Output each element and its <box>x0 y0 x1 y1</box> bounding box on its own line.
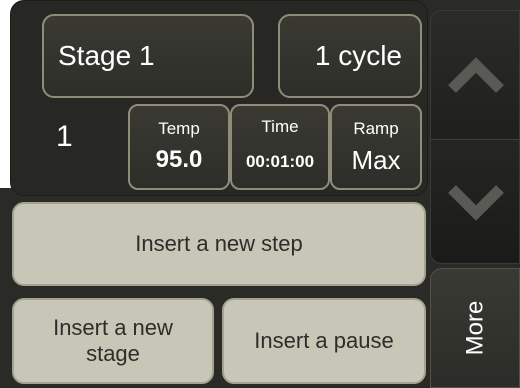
chevron-up-icon <box>448 57 504 93</box>
time-button[interactable]: Time 00:01:00 <box>230 104 330 190</box>
scroll-up-button[interactable] <box>431 11 519 140</box>
cycles-button[interactable]: 1 cycle <box>278 14 422 98</box>
insert-step-label: Insert a new step <box>135 231 303 256</box>
insert-stage-label: Insert a new stage <box>53 315 173 366</box>
chevron-down-icon <box>448 184 504 221</box>
more-label: More <box>461 300 488 356</box>
stage-name-label: Stage 1 <box>58 40 155 71</box>
cycles-label: 1 cycle <box>314 40 402 71</box>
insert-step-button[interactable]: Insert a new step <box>12 202 426 286</box>
temp-label: Temp <box>158 119 200 138</box>
ramp-label: Ramp <box>353 119 399 138</box>
temp-value: 95.0 <box>155 146 203 173</box>
scroll-down-button[interactable] <box>431 140 519 263</box>
insert-pause-button[interactable]: Insert a pause <box>222 298 426 384</box>
more-button[interactable]: More <box>430 268 520 388</box>
insert-stage-button[interactable]: Insert a new stage <box>12 298 214 384</box>
step-number: 1 <box>56 120 73 153</box>
time-value: 00:01:00 <box>245 152 315 171</box>
insert-pause-label: Insert a pause <box>254 328 394 353</box>
stage-name-button[interactable]: Stage 1 <box>42 14 254 98</box>
time-label: Time <box>261 117 299 136</box>
ramp-button[interactable]: Ramp Max <box>330 104 422 190</box>
temp-button[interactable]: Temp 95.0 <box>128 104 230 190</box>
scroll-nav <box>430 10 520 264</box>
ramp-value: Max <box>351 145 401 175</box>
protocol-editor: Stage 1 1 cycle 1 Temp 95.0 Time 00:01:0… <box>0 0 520 388</box>
